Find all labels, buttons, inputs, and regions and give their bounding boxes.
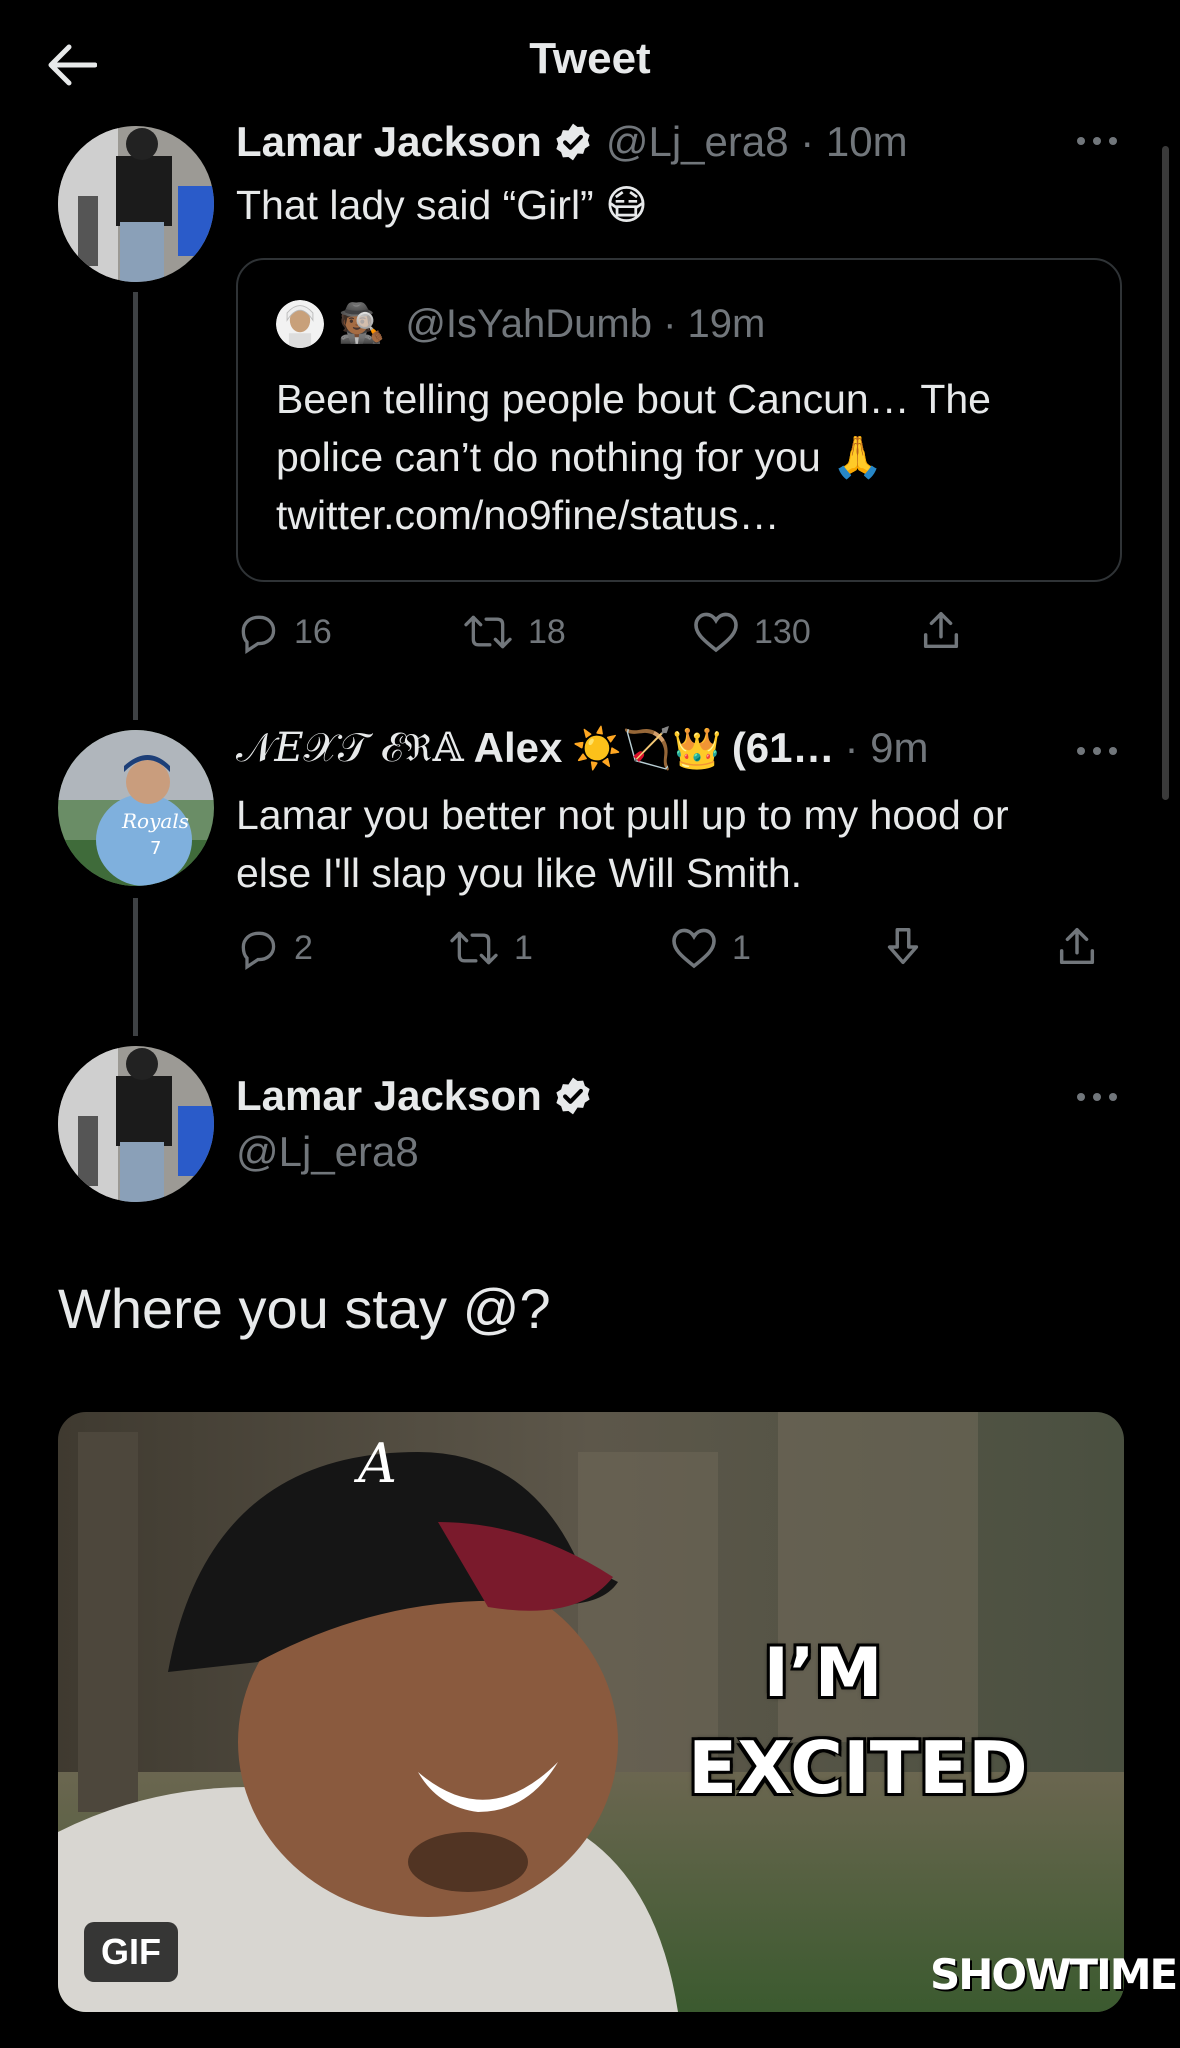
more-options-button[interactable] [1072, 1082, 1122, 1112]
thread-line [133, 898, 138, 1036]
heart-icon [672, 928, 716, 969]
downvote-button[interactable] [880, 924, 926, 970]
tweet2-text: Lamar you better not pull up to my hood … [236, 786, 1009, 902]
reply-count: 2 [294, 928, 313, 967]
quote-line-1: Been telling people bout Cancun… The [276, 376, 991, 422]
avatar-lamar-jackson[interactable] [58, 126, 214, 282]
share-button[interactable] [1054, 924, 1100, 970]
thread-line [133, 292, 138, 720]
like-button[interactable]: 1 [670, 926, 751, 970]
scrollbar[interactable] [1162, 146, 1169, 800]
tweet1-header: Lamar Jackson @Lj_era8 · 10m [236, 118, 908, 166]
like-count: 1 [732, 928, 751, 967]
quote-line-2: police can’t do nothing for you 🙏 [276, 434, 884, 480]
retweet-icon [464, 615, 512, 649]
avatar-lamar-jackson[interactable] [58, 1046, 214, 1202]
tweet2-line-2: else I'll slap you like Will Smith. [236, 850, 803, 896]
arrow-down-icon [887, 928, 919, 965]
quote-header: 🕵🏾 @IsYahDumb · 19m [276, 300, 765, 348]
gif-caption-line-1: I’M [763, 1634, 883, 1713]
tweet3-text: Where you stay @? [58, 1277, 551, 1340]
gif-badge: GIF [84, 1922, 178, 1982]
share-icon [1059, 928, 1095, 965]
tweet1-text: That lady said “Girl” 😷 [236, 182, 648, 228]
more-options-button[interactable] [1072, 126, 1122, 156]
author-emojis: ☀️🏹👑 [572, 726, 722, 771]
like-count: 130 [754, 612, 811, 651]
gif-media[interactable]: A [58, 1412, 1124, 2012]
avatar-alex[interactable]: Royals 7 [58, 730, 214, 886]
quote-handle-time[interactable]: @IsYahDumb · 19m [405, 302, 765, 347]
quote-avatar [276, 300, 324, 348]
tweet2-line-1: Lamar you better not pull up to my hood … [236, 792, 1009, 838]
more-options-button[interactable] [1072, 736, 1122, 766]
showtime-watermark: SHOWTIME [930, 1950, 1178, 1999]
heart-icon [694, 612, 738, 653]
verified-badge-icon [556, 1077, 590, 1115]
svg-text:7: 7 [150, 838, 161, 859]
reply-count: 16 [294, 612, 332, 651]
share-button[interactable] [918, 608, 964, 654]
quote-text: Been telling people bout Cancun… The pol… [276, 370, 991, 544]
author-name-styled[interactable]: 𝒩𝐸𝒳𝒯 ℰℜ𝔸 [236, 725, 464, 771]
retweet-count: 1 [514, 928, 533, 967]
retweet-button[interactable]: 1 [448, 926, 533, 970]
tweet-time[interactable]: · 9m [845, 724, 929, 772]
verified-badge-icon [556, 123, 590, 161]
tweet2-header: 𝒩𝐸𝒳𝒯 ℰℜ𝔸 Alex ☀️🏹👑 (61… · 9m [236, 724, 929, 772]
svg-text:Royals: Royals [121, 809, 189, 833]
author-handle[interactable]: @Lj_era8 [236, 1128, 419, 1176]
svg-text:A: A [353, 1432, 397, 1495]
reply-icon [241, 931, 276, 970]
author-name-suffix[interactable]: (61… [732, 724, 835, 772]
quote-emoji: 🕵🏾 [338, 303, 386, 345]
more-horizontal-icon [1077, 1093, 1117, 1101]
gif-image: A [58, 1412, 1124, 2012]
like-button[interactable]: 130 [692, 610, 811, 654]
reply-icon [241, 615, 276, 654]
tweet3-header: Lamar Jackson [236, 1072, 594, 1120]
author-name[interactable]: Lamar Jackson [236, 118, 542, 166]
retweet-icon [450, 931, 498, 965]
author-name[interactable]: Alex [474, 724, 563, 772]
reply-button[interactable]: 2 [236, 926, 313, 970]
author-handle-time[interactable]: @Lj_era8 · 10m [606, 118, 908, 166]
gif-caption-line-2: EXCITED [688, 1726, 1028, 1810]
quote-link[interactable]: twitter.com/no9fine/status… [276, 486, 991, 544]
reply-button[interactable]: 16 [236, 610, 332, 654]
retweet-button[interactable]: 18 [462, 610, 566, 654]
share-icon [923, 612, 959, 649]
page-title: Tweet [529, 34, 651, 83]
more-horizontal-icon [1077, 747, 1117, 755]
more-horizontal-icon [1077, 137, 1117, 145]
author-name[interactable]: Lamar Jackson [236, 1072, 542, 1120]
retweet-count: 18 [528, 612, 566, 651]
